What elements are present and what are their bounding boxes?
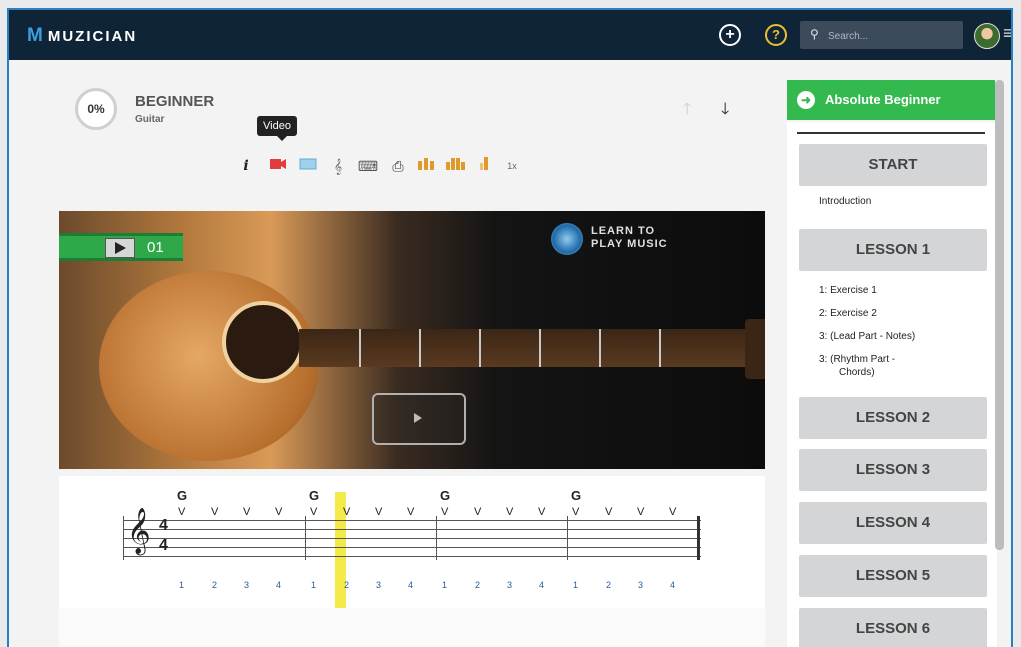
strum-mark: V <box>441 506 449 518</box>
app-name: MUZICIAN <box>47 28 138 45</box>
strum-mark: V <box>669 506 677 518</box>
user-avatar[interactable] <box>974 23 1000 49</box>
course-select-button[interactable]: ➜ Absolute Beginner <box>787 80 995 120</box>
lesson-number-tag: 01 <box>59 233 183 261</box>
sidebar-scrollbar[interactable] <box>995 80 1004 550</box>
music-notation: G G G G V V V V V V V V V V V V V V V V … <box>59 476 765 616</box>
beat-count: 4 <box>539 580 545 590</box>
tab-icon[interactable] <box>297 155 319 177</box>
arrow-right-icon: ➜ <box>797 91 815 109</box>
arrow-up-icon[interactable]: 🡑 <box>683 98 691 125</box>
app-window: MMUZICIAN + ? ⚲ ≡ 0% BEGINNER Guitar 🡑 🡓… <box>7 8 1013 647</box>
chord-label: G <box>571 488 582 503</box>
course-title: BEGINNER <box>135 93 215 110</box>
section-lesson-5[interactable]: LESSON 5 <box>799 555 987 597</box>
beat-count: 1 <box>442 580 448 590</box>
search-input[interactable] <box>826 26 950 46</box>
beat-count: 2 <box>344 580 350 590</box>
hamburger-menu-icon[interactable]: ≡ <box>1003 24 1011 42</box>
strum-mark: V <box>275 506 283 518</box>
section-lesson-1[interactable]: LESSON 1 <box>799 229 987 271</box>
chord-label: G <box>440 488 451 503</box>
beat-count: 4 <box>276 580 282 590</box>
band-full-icon[interactable] <box>445 155 467 177</box>
treble-clef-icon: 𝄞 <box>127 508 151 554</box>
progress-circle: 0% <box>75 88 117 130</box>
strum-mark: V <box>243 506 251 518</box>
video-icon[interactable] <box>267 155 289 177</box>
chord-label: G <box>177 488 188 503</box>
beat-count: 4 <box>670 580 676 590</box>
section-lesson-3[interactable]: LESSON 3 <box>799 449 987 491</box>
tooltip: Video <box>257 116 297 141</box>
speed-control[interactable]: 1x <box>501 155 523 177</box>
section-lesson-4[interactable]: LESSON 4 <box>799 502 987 544</box>
brand-watermark: LEARN TO PLAY MUSIC <box>551 223 701 263</box>
section-lesson-2[interactable]: LESSON 2 <box>799 397 987 439</box>
tuner-icon[interactable]: ⌨ <box>357 155 379 177</box>
beat-count: 2 <box>475 580 481 590</box>
beat-count: 1 <box>311 580 317 590</box>
strum-mark: V <box>375 506 383 518</box>
print-icon[interactable]: ⎙ <box>387 155 409 177</box>
notation-icon[interactable]: 𝄞 <box>327 155 349 177</box>
beat-count: 3 <box>376 580 382 590</box>
search-box[interactable]: ⚲ <box>800 21 963 49</box>
strum-mark: V <box>637 506 645 518</box>
solo-icon[interactable] <box>475 155 497 177</box>
strum-mark: V <box>407 506 415 518</box>
play-icon[interactable] <box>105 238 135 258</box>
content-area <box>59 608 765 647</box>
strum-mark: V <box>538 506 546 518</box>
chord-label: G <box>309 488 320 503</box>
list-item[interactable]: 2: Exercise 2 <box>819 308 877 319</box>
play-button[interactable] <box>372 393 466 445</box>
section-lesson-6[interactable]: LESSON 6 <box>799 608 987 647</box>
strum-mark: V <box>572 506 580 518</box>
strum-mark: V <box>474 506 482 518</box>
band-small-icon[interactable] <box>415 155 437 177</box>
beat-count: 3 <box>507 580 513 590</box>
strum-mark: V <box>310 506 318 518</box>
brand-logo-icon <box>551 223 583 255</box>
help-icon[interactable]: ? <box>765 24 787 46</box>
time-signature: 44 <box>159 517 168 554</box>
strum-mark: V <box>343 506 351 518</box>
app-logo[interactable]: M MUZICIAN <box>27 25 137 47</box>
beat-count: 1 <box>573 580 579 590</box>
strum-mark: V <box>178 506 186 518</box>
add-icon[interactable]: + <box>719 24 741 46</box>
strum-mark: V <box>211 506 219 518</box>
list-item[interactable]: 3: (Lead Part - Notes) <box>819 331 915 342</box>
beat-count: 3 <box>638 580 644 590</box>
list-item[interactable]: 3: (Rhythm Part - <box>819 354 895 365</box>
beat-count: 4 <box>408 580 414 590</box>
list-item-continuation[interactable]: Chords) <box>839 367 875 378</box>
strum-mark: V <box>605 506 613 518</box>
lesson-number: 01 <box>147 239 164 256</box>
beat-count: 2 <box>606 580 612 590</box>
search-icon: ⚲ <box>810 27 819 41</box>
top-bar: MMUZICIAN + ? ⚲ ≡ <box>9 10 1011 60</box>
info-icon[interactable]: i <box>235 155 257 177</box>
beat-count: 2 <box>212 580 218 590</box>
list-item[interactable]: 1: Exercise 1 <box>819 285 877 296</box>
course-subtitle: Guitar <box>135 114 165 125</box>
section-start[interactable]: START <box>799 144 987 186</box>
beat-count: 3 <box>244 580 250 590</box>
arrow-down-icon[interactable]: 🡓 <box>721 98 729 125</box>
video-player[interactable]: 01 LEARN TO PLAY MUSIC <box>59 211 765 469</box>
beat-count: 1 <box>179 580 185 590</box>
strum-mark: V <box>506 506 514 518</box>
list-item[interactable]: Introduction <box>819 196 871 207</box>
